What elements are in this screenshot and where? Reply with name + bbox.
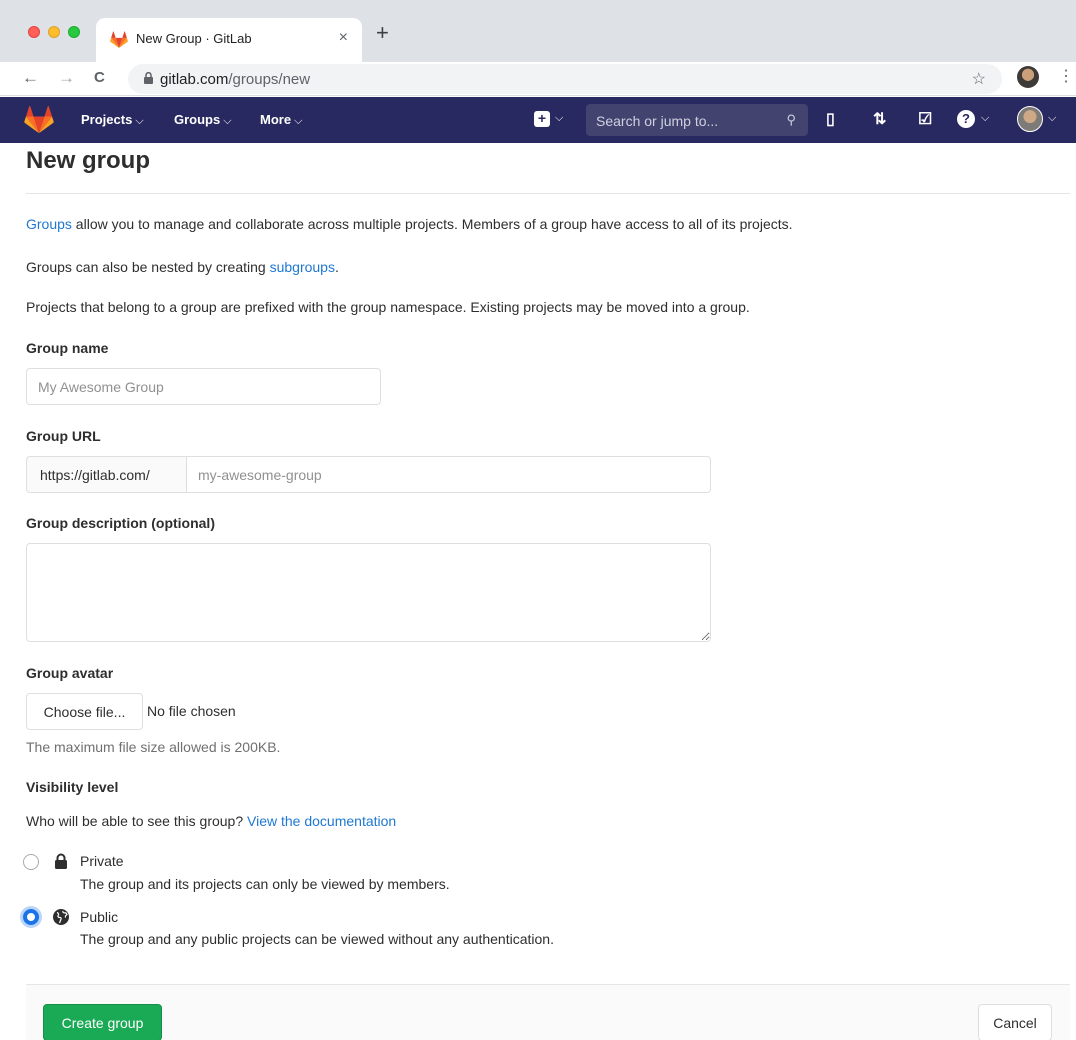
chevron-down-icon: ⌵ bbox=[294, 115, 303, 127]
merge-requests-icon[interactable]: ⇅ bbox=[873, 109, 886, 129]
chevron-down-icon: ⌵ bbox=[135, 115, 144, 127]
browser-menu-icon[interactable]: ⋮ bbox=[1058, 66, 1074, 86]
chevron-down-icon[interactable]: ⌵ bbox=[1048, 112, 1056, 125]
back-arrow-icon[interactable]: ← bbox=[22, 66, 39, 90]
lock-icon bbox=[55, 853, 67, 869]
visibility-question-text: Who will be able to see this group? bbox=[26, 813, 248, 829]
issues-icon[interactable]: ▯ bbox=[826, 109, 835, 129]
group-description-label: Group description (optional) bbox=[26, 515, 215, 531]
group-name-label: Group name bbox=[26, 340, 109, 356]
gitlab-favicon-icon bbox=[110, 31, 128, 48]
chevron-down-icon[interactable]: ⌵ bbox=[555, 112, 563, 125]
close-window-button[interactable] bbox=[28, 26, 40, 38]
search-icon: ⚲ bbox=[786, 112, 796, 127]
url-host: gitlab.com bbox=[160, 71, 229, 88]
create-group-button[interactable]: Create group bbox=[43, 1004, 162, 1040]
browser-tab[interactable]: New Group · GitLab × bbox=[96, 18, 362, 62]
group-url-label: Group URL bbox=[26, 428, 101, 444]
chevron-down-icon: ⌵ bbox=[223, 115, 232, 127]
lock-icon bbox=[144, 72, 153, 84]
visibility-private-radio[interactable] bbox=[23, 854, 39, 870]
reload-icon[interactable]: C bbox=[94, 66, 105, 90]
tab-close-icon[interactable]: × bbox=[339, 29, 348, 47]
avatar-size-help: The maximum file size allowed is 200KB. bbox=[26, 739, 281, 755]
new-item-plus-icon[interactable]: + bbox=[534, 111, 550, 127]
new-tab-button[interactable]: + bbox=[376, 22, 389, 44]
browser-toolbar: ← → C gitlab.com/groups/new ☆ bbox=[0, 62, 1076, 96]
visibility-private-title: Private bbox=[80, 853, 124, 869]
search-placeholder: Search or jump to... bbox=[596, 113, 719, 129]
group-description-textarea[interactable] bbox=[26, 543, 711, 642]
intro-paragraph-2: Groups can also be nested by creating su… bbox=[26, 259, 339, 275]
divider bbox=[26, 193, 1070, 194]
nav-more-label: More bbox=[260, 112, 292, 127]
intro-paragraph-1: Groups allow you to manage and collabora… bbox=[26, 216, 793, 232]
forward-arrow-icon[interactable]: → bbox=[58, 66, 75, 90]
visibility-public-title: Public bbox=[80, 909, 119, 925]
maximize-window-button[interactable] bbox=[68, 26, 80, 38]
visibility-level-label: Visibility level bbox=[26, 779, 119, 795]
browser-tab-strip: New Group · GitLab × + bbox=[0, 0, 1076, 62]
nav-groups-dropdown[interactable]: Groups ⌵ bbox=[174, 112, 232, 128]
form-actions: Create group Cancel bbox=[26, 984, 1070, 1040]
nav-more-dropdown[interactable]: More ⌵ bbox=[260, 112, 302, 128]
choose-file-button[interactable]: Choose file... bbox=[26, 693, 143, 730]
group-url-input[interactable] bbox=[186, 456, 711, 493]
url-path: /groups/new bbox=[228, 71, 311, 88]
view-documentation-link[interactable]: View the documentation bbox=[247, 813, 396, 829]
address-bar[interactable]: gitlab.com/groups/new ☆ bbox=[128, 64, 1002, 94]
minimize-window-button[interactable] bbox=[48, 26, 60, 38]
cancel-button[interactable]: Cancel bbox=[978, 1004, 1052, 1040]
visibility-public-description: The group and any public projects can be… bbox=[80, 931, 554, 947]
nav-projects-dropdown[interactable]: Projects ⌵ bbox=[81, 112, 144, 128]
group-url-prefix: https://gitlab.com/ bbox=[26, 456, 187, 493]
group-avatar-label: Group avatar bbox=[26, 665, 114, 681]
chevron-down-icon[interactable]: ⌵ bbox=[981, 112, 989, 125]
page-title: New group bbox=[26, 147, 150, 174]
subgroups-link[interactable]: subgroups bbox=[270, 259, 335, 275]
visibility-private-description: The group and its projects can only be v… bbox=[80, 876, 450, 892]
intro-paragraph-3: Projects that belong to a group are pref… bbox=[26, 299, 750, 315]
bookmark-star-icon[interactable]: ☆ bbox=[972, 69, 986, 89]
file-status-text: No file chosen bbox=[147, 703, 236, 719]
globe-icon bbox=[53, 909, 69, 925]
visibility-public-radio[interactable] bbox=[23, 909, 39, 925]
groups-link[interactable]: Groups bbox=[26, 216, 72, 232]
intro-text-1: allow you to manage and collaborate acro… bbox=[71, 216, 793, 232]
url-text: gitlab.com/groups/new bbox=[160, 71, 310, 88]
todos-icon[interactable]: ☑ bbox=[918, 109, 932, 129]
intro-text-2-suffix: . bbox=[334, 259, 339, 275]
tab-title: New Group · GitLab bbox=[136, 31, 252, 46]
user-avatar[interactable] bbox=[1017, 106, 1043, 132]
help-icon[interactable]: ? bbox=[957, 110, 975, 128]
gitlab-logo-icon[interactable] bbox=[24, 106, 54, 134]
browser-profile-avatar[interactable] bbox=[1017, 66, 1039, 88]
gitlab-navbar: Projects ⌵ Groups ⌵ More ⌵ + ⌵ Search or ju… bbox=[0, 97, 1076, 143]
visibility-question: Who will be able to see this group? View… bbox=[26, 813, 396, 829]
nav-projects-label: Projects bbox=[81, 112, 133, 127]
nav-groups-label: Groups bbox=[174, 112, 221, 127]
intro-text-2: Groups can also be nested by creating bbox=[26, 259, 270, 275]
group-name-input[interactable] bbox=[26, 368, 381, 405]
search-input[interactable]: Search or jump to... ⚲ bbox=[586, 104, 808, 136]
